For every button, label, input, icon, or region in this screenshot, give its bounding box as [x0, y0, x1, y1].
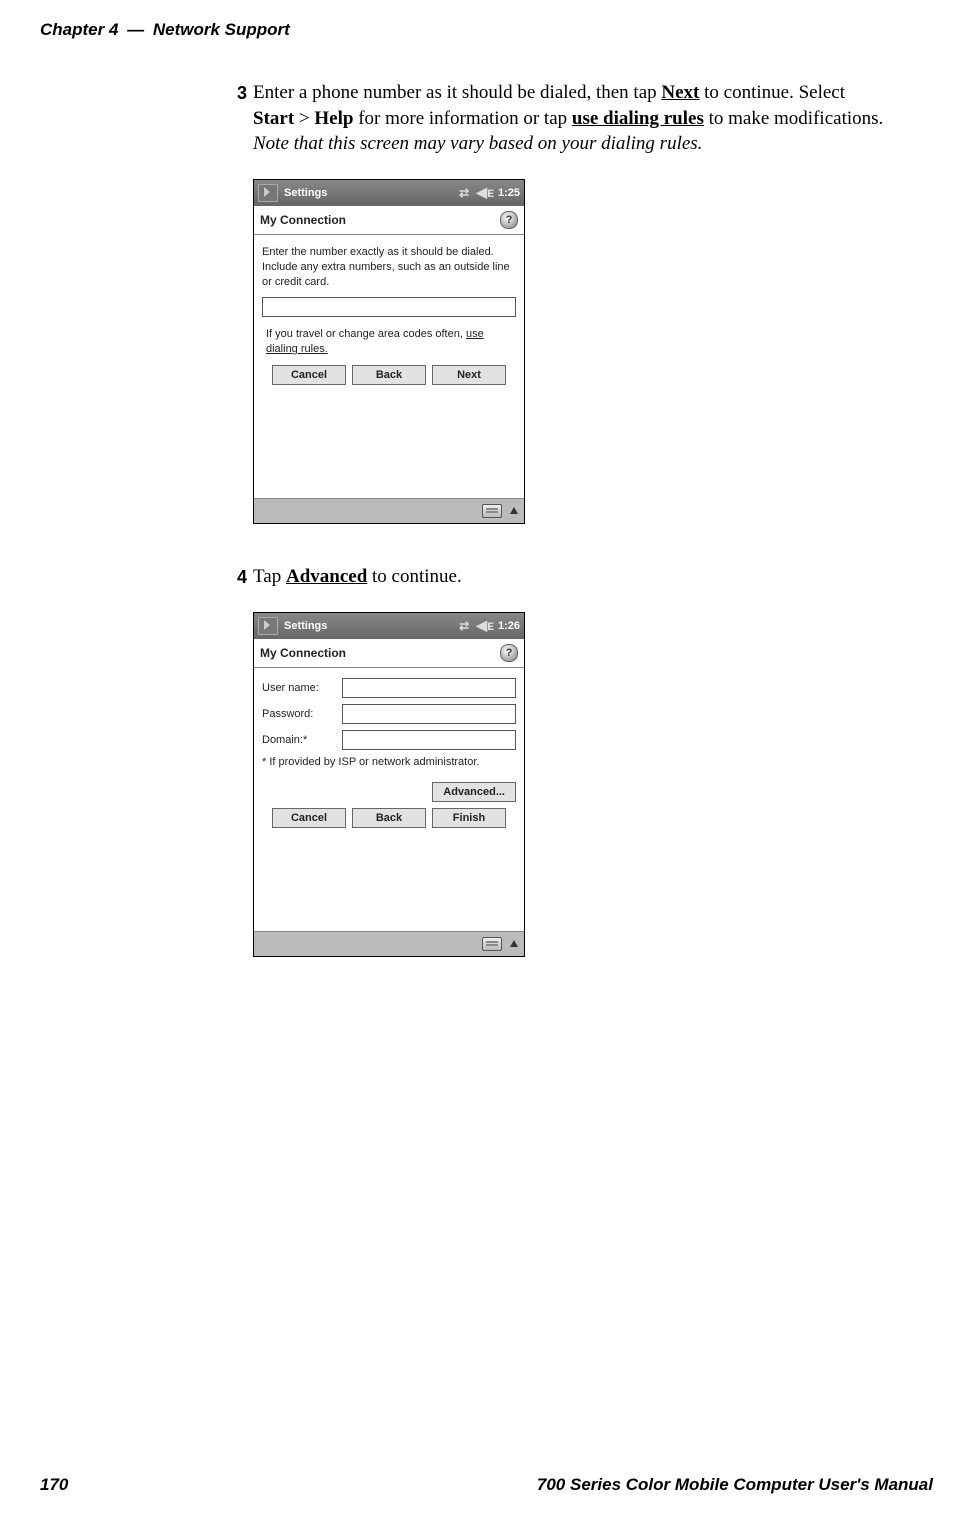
window-title: Settings	[284, 620, 327, 632]
chapter-title: Network Support	[153, 20, 290, 39]
screenshot-dialing: Settings ⇄ ◀ᴇ 1:25 My Connection ? Enter…	[253, 179, 525, 524]
button-row: Cancel Back Next	[262, 365, 516, 385]
next-button[interactable]: Next	[432, 365, 506, 385]
page-title-row: My Connection ?	[254, 206, 524, 234]
window-titlebar: Settings ⇄ ◀ᴇ 1:25	[254, 180, 524, 206]
clock: 1:26	[498, 620, 520, 632]
advanced-button[interactable]: Advanced...	[432, 782, 516, 802]
keyboard-icon[interactable]	[482, 504, 502, 518]
help-keyword: Help	[314, 108, 353, 129]
cancel-button[interactable]: Cancel	[272, 808, 346, 828]
back-button[interactable]: Back	[352, 365, 426, 385]
clock: 1:25	[498, 187, 520, 199]
chapter-label: Chapter 4	[40, 20, 118, 39]
page-title: My Connection	[260, 646, 346, 660]
text: to continue. Select	[699, 82, 845, 103]
page-content: 3 Enter a phone number as it should be d…	[225, 80, 885, 997]
cancel-button[interactable]: Cancel	[272, 365, 346, 385]
header-dash: —	[127, 20, 144, 39]
page-number: 170	[40, 1475, 68, 1495]
screenshot-body: User name: Password: Domain:* * If provi…	[254, 676, 524, 931]
use-dialing-rules-keyword: use dialing rules	[572, 108, 704, 129]
input-selector-icon[interactable]	[510, 940, 518, 947]
password-row: Password:	[262, 704, 516, 724]
finish-button[interactable]: Finish	[432, 808, 506, 828]
input-panel-bar	[254, 498, 524, 523]
start-keyword: Start	[253, 108, 294, 129]
connectivity-icon[interactable]: ⇄	[456, 619, 472, 633]
text: to make modifications.	[704, 108, 883, 129]
start-flag-icon[interactable]	[258, 184, 278, 202]
help-icon[interactable]: ?	[500, 211, 518, 229]
domain-input[interactable]	[342, 730, 516, 750]
step-3: 3 Enter a phone number as it should be d…	[225, 80, 885, 157]
domain-footnote: * If provided by ISP or network administ…	[262, 756, 516, 768]
button-row: Cancel Back Finish	[262, 808, 516, 828]
step-number: 3	[225, 80, 253, 157]
text: >	[294, 108, 314, 129]
step-4: 4 Tap Advanced to continue.	[225, 564, 885, 590]
running-footer: 170 700 Series Color Mobile Computer Use…	[40, 1475, 933, 1495]
hint-text-a: If you travel or change area codes often…	[266, 328, 466, 340]
domain-row: Domain:*	[262, 730, 516, 750]
help-icon[interactable]: ?	[500, 644, 518, 662]
window-title: Settings	[284, 187, 327, 199]
page-title: My Connection	[260, 213, 346, 227]
input-panel-bar	[254, 931, 524, 956]
text: to continue.	[367, 566, 461, 587]
domain-label: Domain:*	[262, 734, 342, 746]
instruction-text: Enter the number exactly as it should be…	[262, 245, 516, 290]
text: Enter a phone number as it should be dia…	[253, 82, 661, 103]
username-input[interactable]	[342, 678, 516, 698]
phone-number-input[interactable]	[262, 297, 516, 317]
text: for more information or tap	[353, 108, 571, 129]
keyboard-icon[interactable]	[482, 937, 502, 951]
next-keyword: Next	[661, 82, 699, 103]
hint-text: If you travel or change area codes often…	[262, 327, 516, 357]
advanced-keyword: Advanced	[286, 566, 367, 587]
username-label: User name:	[262, 682, 342, 694]
text: Tap	[253, 566, 286, 587]
password-input[interactable]	[342, 704, 516, 724]
running-header: Chapter 4 — Network Support	[40, 20, 290, 40]
connectivity-icon[interactable]: ⇄	[456, 186, 472, 200]
step-body: Tap Advanced to continue.	[253, 564, 462, 590]
note-text: Note that this screen may vary based on …	[253, 133, 702, 154]
window-titlebar: Settings ⇄ ◀ᴇ 1:26	[254, 613, 524, 639]
advanced-row: Advanced...	[262, 782, 516, 802]
input-selector-icon[interactable]	[510, 507, 518, 514]
page-title-row: My Connection ?	[254, 639, 524, 667]
volume-icon[interactable]: ◀ᴇ	[476, 184, 494, 201]
username-row: User name:	[262, 678, 516, 698]
screenshot-credentials: Settings ⇄ ◀ᴇ 1:26 My Connection ? User …	[253, 612, 525, 957]
manual-title: 700 Series Color Mobile Computer User's …	[537, 1475, 933, 1495]
screenshot-body: Enter the number exactly as it should be…	[254, 243, 524, 498]
step-body: Enter a phone number as it should be dia…	[253, 80, 885, 157]
password-label: Password:	[262, 708, 342, 720]
divider	[254, 667, 524, 668]
divider	[254, 234, 524, 235]
back-button[interactable]: Back	[352, 808, 426, 828]
volume-icon[interactable]: ◀ᴇ	[476, 617, 494, 634]
step-number: 4	[225, 564, 253, 590]
start-flag-icon[interactable]	[258, 617, 278, 635]
